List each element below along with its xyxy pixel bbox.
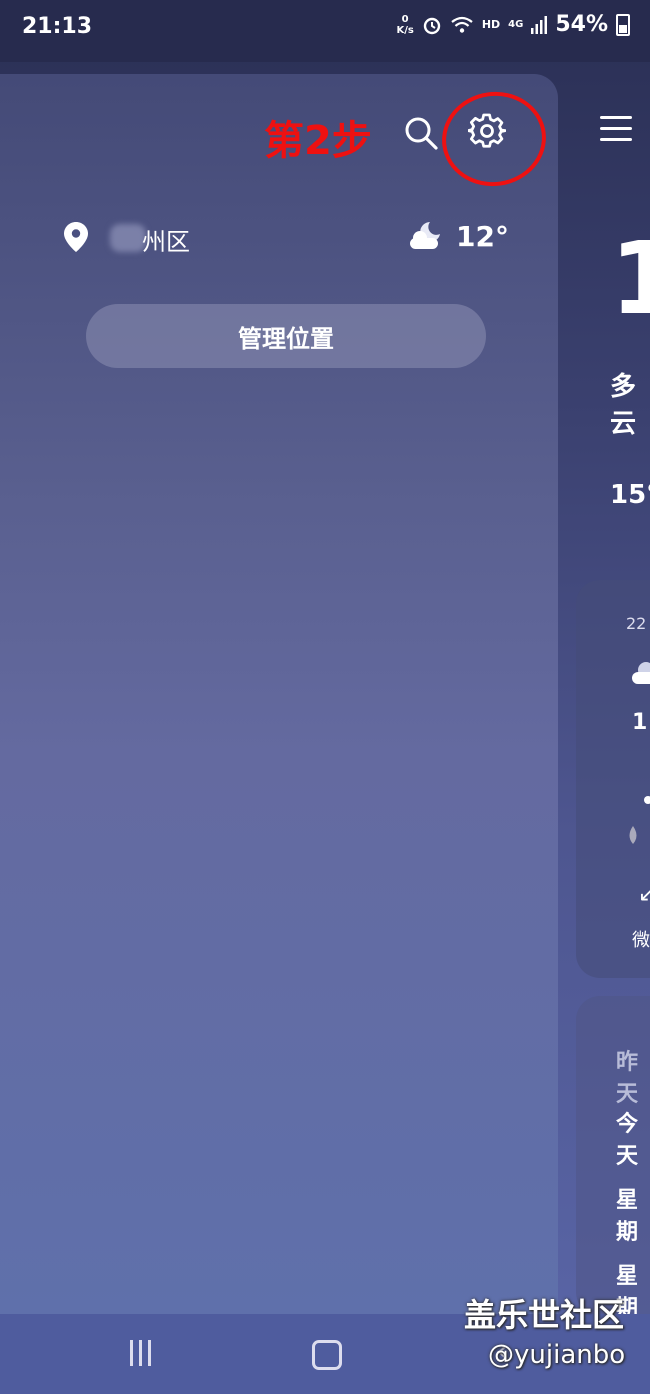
search-icon[interactable] [404, 116, 438, 150]
status-time: 21:13 [22, 14, 93, 39]
high-low-temp: 15° [610, 480, 650, 510]
day-label: 星期 [616, 1188, 639, 1245]
day-label: 今天 [616, 1112, 639, 1169]
weather-condition: 多云 [610, 372, 637, 439]
wifi-icon [451, 16, 473, 33]
location-drawer [0, 74, 558, 1314]
status-bar: 21:13 0 K/s HD 4G 54% [0, 0, 650, 62]
hourly-forecast-card [576, 580, 650, 978]
battery-percent: 54% [555, 12, 608, 37]
hourly-time: 22 [626, 614, 647, 633]
location-temperature: 12° [456, 220, 509, 253]
raindrop-icon [629, 826, 637, 844]
location-item[interactable]: 州区 12° [64, 220, 509, 260]
temp-dot [644, 796, 650, 804]
watermark-user: @yujianbo [488, 1340, 626, 1370]
wind-direction-icon: ↙ [638, 882, 650, 907]
signal-icon [531, 15, 548, 34]
location-pin-icon [64, 222, 88, 252]
location-name: 州区 [142, 228, 190, 256]
menu-icon[interactable] [600, 116, 632, 148]
alarm-icon [423, 17, 441, 34]
home-button[interactable] [312, 1340, 342, 1370]
hourly-temp: 1 [632, 710, 648, 735]
battery-icon [616, 13, 630, 36]
net-speed: 0 K/s [396, 13, 414, 36]
cloud-icon [632, 662, 650, 684]
redacted-text [110, 224, 146, 252]
signal-label: 4G [508, 19, 524, 30]
recent-apps-button[interactable] [130, 1340, 158, 1366]
step-annotation: 第2步 [264, 118, 372, 164]
wind-label: 微 [632, 930, 650, 951]
hd-label: HD [481, 18, 501, 31]
cloudy-night-icon [410, 222, 440, 249]
day-label: 昨天 [616, 1050, 639, 1107]
watermark-community: 盖乐世社区 [464, 1296, 625, 1334]
current-temperature: 1 [610, 220, 650, 337]
status-icons: 0 K/s HD 4G 54% [396, 12, 630, 37]
manage-locations-button[interactable]: 管理位置 [86, 304, 486, 368]
